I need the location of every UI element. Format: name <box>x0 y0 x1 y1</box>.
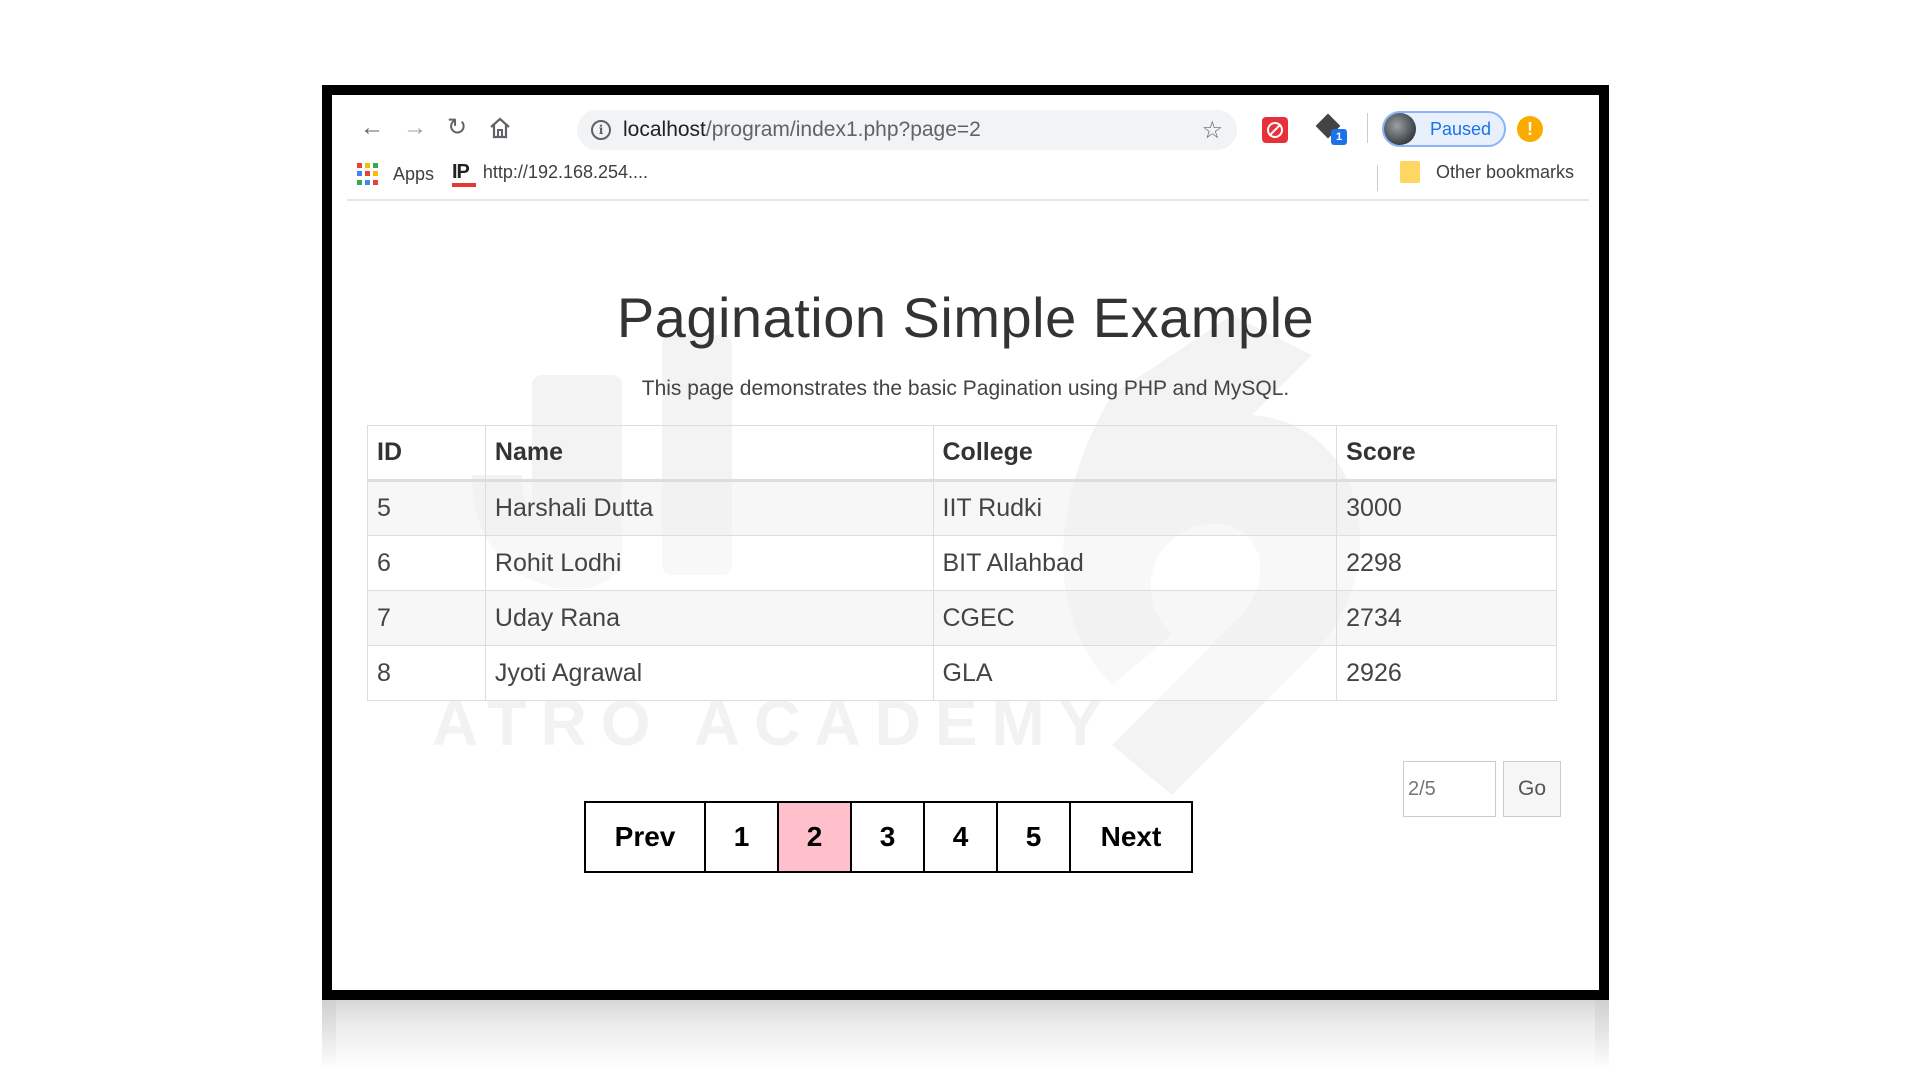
back-arrow-icon[interactable]: ← <box>357 113 387 143</box>
page-link-3[interactable]: 3 <box>852 803 925 871</box>
cell-name: Rohit Lodhi <box>484 535 934 591</box>
browser-window: ← → ↻ i localhost/program/index1.php?pag… <box>332 95 1599 990</box>
profile-status: Paused <box>1430 118 1492 139</box>
page-link-5[interactable]: 5 <box>998 803 1071 871</box>
bookmarks-divider <box>1377 165 1378 191</box>
other-bookmarks-label: Other bookmarks <box>1436 161 1575 182</box>
cell-name: Harshali Dutta <box>484 480 934 536</box>
column-header-id: ID <box>367 425 486 482</box>
pagination: Prev 1 2 3 4 5 Next <box>584 801 1193 873</box>
home-icon[interactable] <box>485 113 515 143</box>
goto-page-input[interactable] <box>1403 761 1496 817</box>
cell-name: Jyoti Agrawal <box>484 645 934 701</box>
chrome-divider <box>347 199 1589 201</box>
bookmark-apps[interactable]: Apps <box>357 163 434 185</box>
next-button[interactable]: Next <box>1071 803 1191 871</box>
bookmarks-bar: Apps IP http://192.168.254.... Other boo… <box>332 155 1599 199</box>
cell-id: 7 <box>367 590 486 646</box>
cell-score: 2298 <box>1336 535 1557 591</box>
cell-id: 6 <box>367 535 486 591</box>
browser-toolbar: ← → ↻ i localhost/program/index1.php?pag… <box>332 95 1599 155</box>
apps-grid-icon <box>357 163 379 185</box>
address-bar[interactable]: i localhost/program/index1.php?page=2 ☆ <box>577 110 1237 150</box>
page-link-4[interactable]: 4 <box>925 803 998 871</box>
cell-college: GLA <box>932 645 1338 701</box>
column-header-score: Score <box>1336 425 1557 482</box>
reload-icon[interactable]: ↻ <box>442 113 472 143</box>
page-link-2-current[interactable]: 2 <box>779 803 852 871</box>
column-header-college: College <box>932 425 1338 482</box>
bookmark-other[interactable]: Other bookmarks <box>1400 161 1574 183</box>
cell-id: 5 <box>367 480 486 536</box>
frame-reflection <box>322 1000 1609 1070</box>
table-row: 7 Uday Rana CGEC 2734 <box>367 590 1557 646</box>
profile-button[interactable]: Paused <box>1382 111 1506 147</box>
cell-id: 8 <box>367 645 486 701</box>
cell-college: IIT Rudki <box>932 480 1338 536</box>
ip-favicon-icon: IP <box>452 161 476 187</box>
folder-icon <box>1400 161 1420 183</box>
alert-icon[interactable]: ! <box>1517 116 1543 142</box>
url-text: localhost/program/index1.php?page=2 <box>623 118 981 142</box>
info-icon[interactable]: i <box>591 120 611 140</box>
forward-arrow-icon[interactable]: → <box>400 113 430 143</box>
table-header-row: ID Name College Score <box>367 425 1557 482</box>
page-link-1[interactable]: 1 <box>706 803 779 871</box>
cell-college: CGEC <box>932 590 1338 646</box>
scores-table: ID Name College Score 5 Harshali Dutta I… <box>367 425 1557 701</box>
prev-button[interactable]: Prev <box>586 803 706 871</box>
avatar <box>1384 113 1416 145</box>
toolbar-divider <box>1367 113 1368 143</box>
apps-label: Apps <box>393 163 435 184</box>
page-title: Pagination Simple Example <box>616 286 1315 349</box>
cell-score: 2926 <box>1336 645 1557 701</box>
cell-score: 2734 <box>1336 590 1557 646</box>
ip-link-label: http://192.168.254.... <box>482 162 649 182</box>
bookmark-star-icon[interactable]: ☆ <box>1201 116 1223 145</box>
url-path: /program/index1.php?page=2 <box>705 118 981 141</box>
table-row: 5 Harshali Dutta IIT Rudki 3000 <box>367 480 1557 536</box>
bookmark-ip-link[interactable]: IP http://192.168.254.... <box>452 161 649 187</box>
page-description: This page demonstrates the basic Paginat… <box>641 377 1290 400</box>
extension-badge: 1 <box>1331 129 1347 145</box>
blocker-extension-icon[interactable] <box>1262 117 1288 143</box>
table-row: 8 Jyoti Agrawal GLA 2926 <box>367 645 1557 701</box>
url-host: localhost <box>623 118 706 141</box>
cell-score: 3000 <box>1336 480 1557 536</box>
table-row: 6 Rohit Lodhi BIT Allahbad 2298 <box>367 535 1557 591</box>
go-button[interactable]: Go <box>1503 761 1561 817</box>
column-header-name: Name <box>484 425 934 482</box>
cell-college: BIT Allahbad <box>932 535 1338 591</box>
screenshot-frame: ← → ↻ i localhost/program/index1.php?pag… <box>322 85 1609 1000</box>
package-extension-icon[interactable]: 1 <box>1315 113 1347 145</box>
cell-name: Uday Rana <box>484 590 934 646</box>
